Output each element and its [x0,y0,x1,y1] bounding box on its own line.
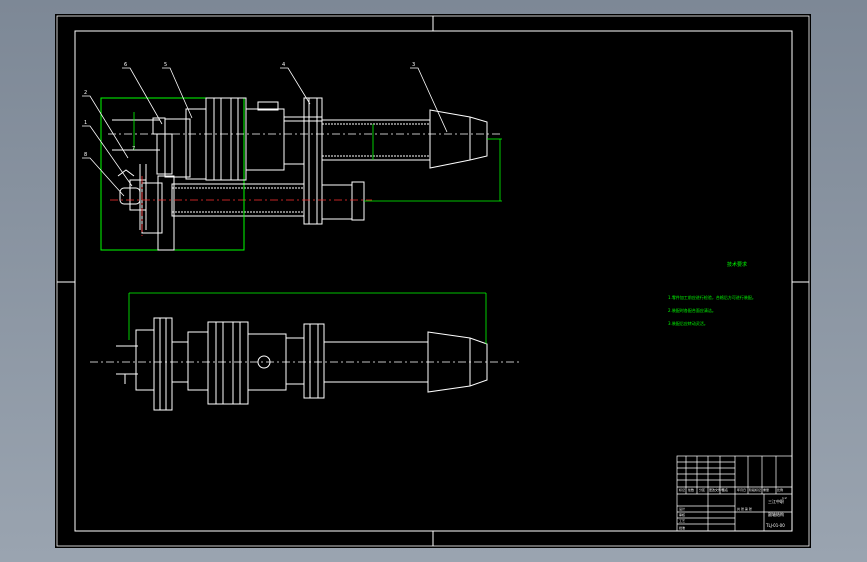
part-label: 2 [84,90,87,96]
header-label: 阶段标记 [749,487,761,492]
process-label: 工艺 [679,518,685,523]
company-name: 三江中职 [768,498,784,504]
approve-label: 批准 [679,525,685,530]
tech-req-item: 2.装配时各配合面应清洁。 [668,307,716,313]
row-label: 签名 [722,487,728,492]
tech-req-title: 技术要求 [727,261,747,268]
header-label: 比例 [777,487,783,492]
row-label: 分区 [699,487,705,492]
tech-req-item: 1.零件加工前应进行检验，合格后方可进行装配。 [668,294,756,300]
tech-req-item: 3.装配后应转动灵活。 [668,320,708,326]
part-label: 3 [412,62,415,68]
part-label: 4 [282,62,285,68]
part-label: 6 [124,62,127,68]
part-label: 8 [84,152,87,158]
drawing-name: 副轴结构 [768,511,784,517]
review-label: 审核 [679,512,685,517]
drawing-number: TLJ-01-00 [765,523,785,528]
row-label: 处数 [688,487,694,492]
header-label: 重量 [763,487,769,492]
cad-drawing-viewport[interactable]: 6 5 4 3 2 1 8 7 技术要求 1.零件加工前应进行检验，合格后方可进… [0,0,867,562]
designer-label: 设计 [679,506,685,511]
part-label: 5 [164,62,167,68]
part-label: 1 [84,120,87,126]
row-label: 标记 [679,487,685,492]
part-label: 7 [132,146,135,152]
row-label: 年月日 [737,487,746,492]
sheet-label: 共 张 第 张 [737,506,752,511]
